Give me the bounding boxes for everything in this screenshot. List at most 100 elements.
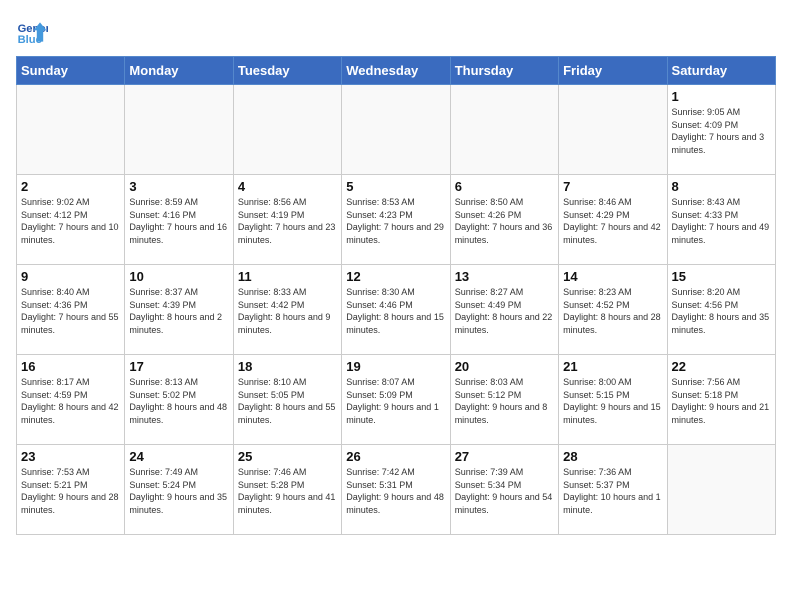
day-number: 20 [455, 359, 554, 374]
calendar-cell [342, 85, 450, 175]
day-number: 27 [455, 449, 554, 464]
day-info: Sunrise: 8:53 AM Sunset: 4:23 PM Dayligh… [346, 196, 445, 246]
page-header: General Blue [16, 16, 776, 48]
day-info: Sunrise: 9:05 AM Sunset: 4:09 PM Dayligh… [672, 106, 771, 156]
day-number: 18 [238, 359, 337, 374]
calendar-cell: 14 Sunrise: 8:23 AM Sunset: 4:52 PM Dayli… [559, 265, 667, 355]
day-number: 3 [129, 179, 228, 194]
calendar-cell: 6 Sunrise: 8:50 AM Sunset: 4:26 PM Daylig… [450, 175, 558, 265]
day-number: 26 [346, 449, 445, 464]
calendar-cell [450, 85, 558, 175]
day-number: 13 [455, 269, 554, 284]
day-number: 15 [672, 269, 771, 284]
day-number: 24 [129, 449, 228, 464]
day-number: 2 [21, 179, 120, 194]
calendar-cell: 20 Sunrise: 8:03 AM Sunset: 5:12 PM Dayli… [450, 355, 558, 445]
day-number: 8 [672, 179, 771, 194]
day-number: 11 [238, 269, 337, 284]
day-info: Sunrise: 7:46 AM Sunset: 5:28 PM Dayligh… [238, 466, 337, 516]
day-number: 4 [238, 179, 337, 194]
calendar-cell [233, 85, 341, 175]
day-number: 12 [346, 269, 445, 284]
day-info: Sunrise: 8:17 AM Sunset: 4:59 PM Dayligh… [21, 376, 120, 426]
day-info: Sunrise: 8:33 AM Sunset: 4:42 PM Dayligh… [238, 286, 337, 336]
calendar-week-4: 23 Sunrise: 7:53 AM Sunset: 5:21 PM Dayli… [17, 445, 776, 535]
calendar-cell: 27 Sunrise: 7:39 AM Sunset: 5:34 PM Dayli… [450, 445, 558, 535]
day-number: 19 [346, 359, 445, 374]
weekday-header-monday: Monday [125, 57, 233, 85]
day-info: Sunrise: 8:59 AM Sunset: 4:16 PM Dayligh… [129, 196, 228, 246]
calendar-table: SundayMondayTuesdayWednesdayThursdayFrid… [16, 56, 776, 535]
calendar-cell: 22Sunrise: 7:56 AM Sunset: 5:18 PM Dayli… [667, 355, 775, 445]
calendar-cell: 5Sunrise: 8:53 AM Sunset: 4:23 PM Daylig… [342, 175, 450, 265]
day-info: Sunrise: 8:13 AM Sunset: 5:02 PM Dayligh… [129, 376, 228, 426]
calendar-cell: 24 Sunrise: 7:49 AM Sunset: 5:24 PM Dayli… [125, 445, 233, 535]
calendar-week-3: 16 Sunrise: 8:17 AM Sunset: 4:59 PM Dayli… [17, 355, 776, 445]
calendar-cell: 17 Sunrise: 8:13 AM Sunset: 5:02 PM Dayli… [125, 355, 233, 445]
calendar-cell: 15 Sunrise: 8:20 AM Sunset: 4:56 PM Dayli… [667, 265, 775, 355]
day-info: Sunrise: 8:03 AM Sunset: 5:12 PM Dayligh… [455, 376, 554, 426]
calendar-cell: 7Sunrise: 8:46 AM Sunset: 4:29 PM Daylig… [559, 175, 667, 265]
day-info: Sunrise: 8:40 AM Sunset: 4:36 PM Dayligh… [21, 286, 120, 336]
weekday-header-tuesday: Tuesday [233, 57, 341, 85]
day-info: Sunrise: 8:37 AM Sunset: 4:39 PM Dayligh… [129, 286, 228, 336]
day-info: Sunrise: 8:56 AM Sunset: 4:19 PM Dayligh… [238, 196, 337, 246]
calendar-cell: 18 Sunrise: 8:10 AM Sunset: 5:05 PM Dayli… [233, 355, 341, 445]
day-info: Sunrise: 8:27 AM Sunset: 4:49 PM Dayligh… [455, 286, 554, 336]
day-info: Sunrise: 8:43 AM Sunset: 4:33 PM Dayligh… [672, 196, 771, 246]
day-number: 7 [563, 179, 662, 194]
day-info: Sunrise: 8:20 AM Sunset: 4:56 PM Dayligh… [672, 286, 771, 336]
calendar-header-row: SundayMondayTuesdayWednesdayThursdayFrid… [17, 57, 776, 85]
day-number: 23 [21, 449, 120, 464]
calendar-cell [17, 85, 125, 175]
day-info: Sunrise: 8:30 AM Sunset: 4:46 PM Dayligh… [346, 286, 445, 336]
calendar-cell: 12 Sunrise: 8:30 AM Sunset: 4:46 PM Dayli… [342, 265, 450, 355]
day-number: 14 [563, 269, 662, 284]
day-info: Sunrise: 8:23 AM Sunset: 4:52 PM Dayligh… [563, 286, 662, 336]
calendar-cell: 9 Sunrise: 8:40 AM Sunset: 4:36 PM Daylig… [17, 265, 125, 355]
calendar-cell: 26 Sunrise: 7:42 AM Sunset: 5:31 PM Dayli… [342, 445, 450, 535]
calendar-cell: 25Sunrise: 7:46 AM Sunset: 5:28 PM Dayli… [233, 445, 341, 535]
day-info: Sunrise: 7:49 AM Sunset: 5:24 PM Dayligh… [129, 466, 228, 516]
day-info: Sunrise: 8:10 AM Sunset: 5:05 PM Dayligh… [238, 376, 337, 426]
day-info: Sunrise: 7:42 AM Sunset: 5:31 PM Dayligh… [346, 466, 445, 516]
calendar-cell: 23 Sunrise: 7:53 AM Sunset: 5:21 PM Dayli… [17, 445, 125, 535]
day-info: Sunrise: 9:02 AM Sunset: 4:12 PM Dayligh… [21, 196, 120, 246]
weekday-header-thursday: Thursday [450, 57, 558, 85]
day-number: 1 [672, 89, 771, 104]
day-info: Sunrise: 7:39 AM Sunset: 5:34 PM Dayligh… [455, 466, 554, 516]
calendar-week-1: 2 Sunrise: 9:02 AM Sunset: 4:12 PM Daylig… [17, 175, 776, 265]
day-info: Sunrise: 8:07 AM Sunset: 5:09 PM Dayligh… [346, 376, 445, 426]
day-number: 17 [129, 359, 228, 374]
day-info: Sunrise: 7:36 AM Sunset: 5:37 PM Dayligh… [563, 466, 662, 516]
calendar-cell [559, 85, 667, 175]
day-info: Sunrise: 8:50 AM Sunset: 4:26 PM Dayligh… [455, 196, 554, 246]
day-number: 21 [563, 359, 662, 374]
day-info: Sunrise: 7:53 AM Sunset: 5:21 PM Dayligh… [21, 466, 120, 516]
calendar-cell: 4 Sunrise: 8:56 AM Sunset: 4:19 PM Daylig… [233, 175, 341, 265]
calendar-cell: 28 Sunrise: 7:36 AM Sunset: 5:37 PM Dayli… [559, 445, 667, 535]
calendar-cell: 3 Sunrise: 8:59 AM Sunset: 4:16 PM Daylig… [125, 175, 233, 265]
weekday-header-sunday: Sunday [17, 57, 125, 85]
calendar-cell [125, 85, 233, 175]
day-number: 16 [21, 359, 120, 374]
day-number: 10 [129, 269, 228, 284]
logo: General Blue [16, 16, 52, 48]
calendar-cell: 11 Sunrise: 8:33 AM Sunset: 4:42 PM Dayli… [233, 265, 341, 355]
day-number: 28 [563, 449, 662, 464]
calendar-cell: 2 Sunrise: 9:02 AM Sunset: 4:12 PM Daylig… [17, 175, 125, 265]
logo-icon: General Blue [16, 16, 48, 48]
calendar-week-0: 1 Sunrise: 9:05 AM Sunset: 4:09 PM Daylig… [17, 85, 776, 175]
weekday-header-friday: Friday [559, 57, 667, 85]
day-number: 6 [455, 179, 554, 194]
calendar-cell: 13 Sunrise: 8:27 AM Sunset: 4:49 PM Dayli… [450, 265, 558, 355]
weekday-header-wednesday: Wednesday [342, 57, 450, 85]
calendar-cell [667, 445, 775, 535]
calendar-cell: 19 Sunrise: 8:07 AM Sunset: 5:09 PM Dayli… [342, 355, 450, 445]
calendar-cell: 16 Sunrise: 8:17 AM Sunset: 4:59 PM Dayli… [17, 355, 125, 445]
calendar-week-2: 9 Sunrise: 8:40 AM Sunset: 4:36 PM Daylig… [17, 265, 776, 355]
weekday-header-saturday: Saturday [667, 57, 775, 85]
day-number: 9 [21, 269, 120, 284]
day-info: Sunrise: 7:56 AM Sunset: 5:18 PM Dayligh… [672, 376, 771, 426]
calendar-cell: 1 Sunrise: 9:05 AM Sunset: 4:09 PM Daylig… [667, 85, 775, 175]
